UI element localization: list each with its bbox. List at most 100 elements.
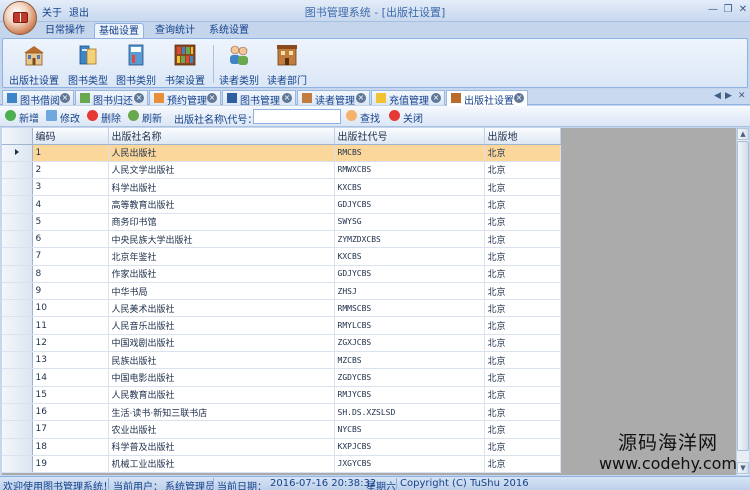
cell-abbr[interactable]: SH.DS.XZSLSD [334,403,485,422]
row-header[interactable] [2,316,33,335]
cell-abbr[interactable]: KXCBS [334,178,485,197]
cell-code[interactable]: 16 [32,403,109,422]
table-row[interactable]: 9 中华书局 ZHSJ 北京 [2,282,561,301]
cell-abbr[interactable]: JXGYCBS [334,455,485,474]
cell-place[interactable]: 北京 [484,386,561,404]
cell-code[interactable]: 12 [32,334,109,353]
cell-name[interactable]: 人民出版社 [108,144,335,162]
cell-name[interactable]: 人民音乐出版社 [108,316,335,335]
doctab-book-management[interactable]: 图书管理 × [222,90,296,107]
row-header[interactable] [2,299,33,318]
close-tab-icon[interactable]: × [134,93,144,103]
cell-code[interactable]: 6 [32,230,109,249]
cell-abbr[interactable]: GDJYCBS [334,195,485,214]
reader-department-button[interactable]: 读者部门 [262,41,312,87]
cell-code[interactable]: 8 [32,265,109,283]
cell-abbr[interactable]: ZHSJ [334,282,485,301]
cell-abbr[interactable]: RMWXCBS [334,161,485,180]
cell-code[interactable]: 4 [32,195,109,214]
close-tab-icon[interactable]: × [356,93,366,103]
cell-code[interactable]: 13 [32,351,109,370]
cell-abbr[interactable]: KXPJCBS [334,438,485,456]
app-menu-button[interactable] [3,1,37,35]
close-tab-icon[interactable]: × [282,93,292,103]
table-row[interactable]: 3 科学出版社 KXCBS 北京 [2,178,561,197]
cell-place[interactable]: 北京 [484,334,561,353]
tab-system-settings[interactable]: 系统设置 [204,23,254,39]
tab-daily[interactable]: 日常操作 [40,23,90,39]
cell-name[interactable]: 农业出版社 [108,420,335,439]
close-tab-icon[interactable]: × [514,93,524,103]
table-row[interactable]: 1 人民出版社 RMCBS 北京 [2,144,561,162]
table-row[interactable]: 18 科学普及出版社 KXPJCBS 北京 [2,438,561,456]
table-row[interactable]: 6 中央民族大学出版社 ZYMZDXCBS 北京 [2,230,561,249]
cell-name[interactable]: 生活·读书·新知三联书店 [108,403,335,422]
cell-place[interactable]: 北京 [484,368,561,387]
cell-place[interactable]: 北京 [484,299,561,318]
row-header[interactable] [2,403,33,422]
cell-place[interactable]: 北京 [484,265,561,283]
minimize-icon[interactable]: — [706,3,720,17]
publisher-settings-button[interactable]: 出版社设置 [9,41,59,87]
bookshelf-settings-button[interactable]: 书架设置 [160,41,210,87]
cell-place[interactable]: 北京 [484,213,561,231]
close-tab-icon[interactable]: × [207,93,217,103]
cell-place[interactable]: 北京 [484,178,561,197]
cell-name[interactable]: 北京年鉴社 [108,247,335,266]
doctab-reader-management[interactable]: 读者管理 × [297,90,370,107]
cell-code[interactable]: 19 [32,455,109,474]
row-header[interactable] [2,420,33,439]
cell-place[interactable]: 北京 [484,455,561,474]
scrollbar-thumb[interactable] [737,141,749,451]
table-row[interactable]: 19 机械工业出版社 JXGYCBS 北京 [2,455,561,474]
row-header[interactable] [2,282,33,301]
cell-name[interactable]: 科学出版社 [108,178,335,197]
tab-query-stats[interactable]: 查询统计 [150,23,200,39]
cell-place[interactable]: 北京 [484,316,561,335]
table-row[interactable]: 7 北京年鉴社 KXCBS 北京 [2,247,561,266]
cell-abbr[interactable]: RMMSCBS [334,299,485,318]
cell-place[interactable]: 北京 [484,161,561,180]
column-header-code[interactable]: 编码 [32,128,109,145]
scroll-up-icon[interactable]: ▲ [737,128,749,140]
cell-place[interactable]: 北京 [484,420,561,439]
cell-abbr[interactable]: KXCBS [334,247,485,266]
tab-scroll-left-icon[interactable]: ◀ [714,91,721,101]
row-header[interactable] [2,195,33,214]
cell-abbr[interactable]: ZYMZDXCBS [334,230,485,249]
row-header[interactable] [2,178,33,197]
cell-code[interactable]: 18 [32,438,109,456]
cell-place[interactable]: 北京 [484,230,561,249]
cell-code[interactable]: 1 [32,144,109,162]
doctab-reservation[interactable]: 预约管理 × [149,90,221,107]
doctab-return[interactable]: 图书归还 × [75,90,148,107]
tab-scroll-right-icon[interactable]: ▶ [725,91,732,101]
search-input[interactable] [253,109,341,124]
cell-place[interactable]: 北京 [484,144,561,162]
close-tab-icon[interactable]: × [431,93,441,103]
cell-place[interactable]: 北京 [484,282,561,301]
cell-abbr[interactable]: MZCBS [334,351,485,370]
book-category-button[interactable]: 图书类别 [111,41,161,87]
table-row[interactable]: 4 高等教育出版社 GDJYCBS 北京 [2,195,561,214]
cell-name[interactable]: 科学普及出版社 [108,438,335,456]
cell-abbr[interactable]: NYCBS [334,420,485,439]
row-header[interactable] [2,438,33,456]
cell-place[interactable]: 北京 [484,438,561,456]
cell-name[interactable]: 中华书局 [108,282,335,301]
cell-place[interactable]: 北京 [484,195,561,214]
table-row[interactable]: 10 人民美术出版社 RMMSCBS 北京 [2,299,561,318]
cell-code[interactable]: 9 [32,282,109,301]
row-header-corner[interactable] [2,128,33,145]
cell-code[interactable]: 7 [32,247,109,266]
cell-abbr[interactable]: RMJYCBS [334,386,485,404]
cell-abbr[interactable]: RMYLCBS [334,316,485,335]
cell-abbr[interactable]: GDJYCBS [334,265,485,283]
table-row[interactable]: 2 人民文学出版社 RMWXCBS 北京 [2,161,561,180]
maximize-icon[interactable]: ❐ [721,3,735,17]
cell-name[interactable]: 高等教育出版社 [108,195,335,214]
row-header[interactable] [2,386,33,404]
table-row[interactable]: 15 人民教育出版社 RMJYCBS 北京 [2,386,561,404]
table-row[interactable]: 17 农业出版社 NYCBS 北京 [2,420,561,439]
row-header[interactable] [2,265,33,283]
